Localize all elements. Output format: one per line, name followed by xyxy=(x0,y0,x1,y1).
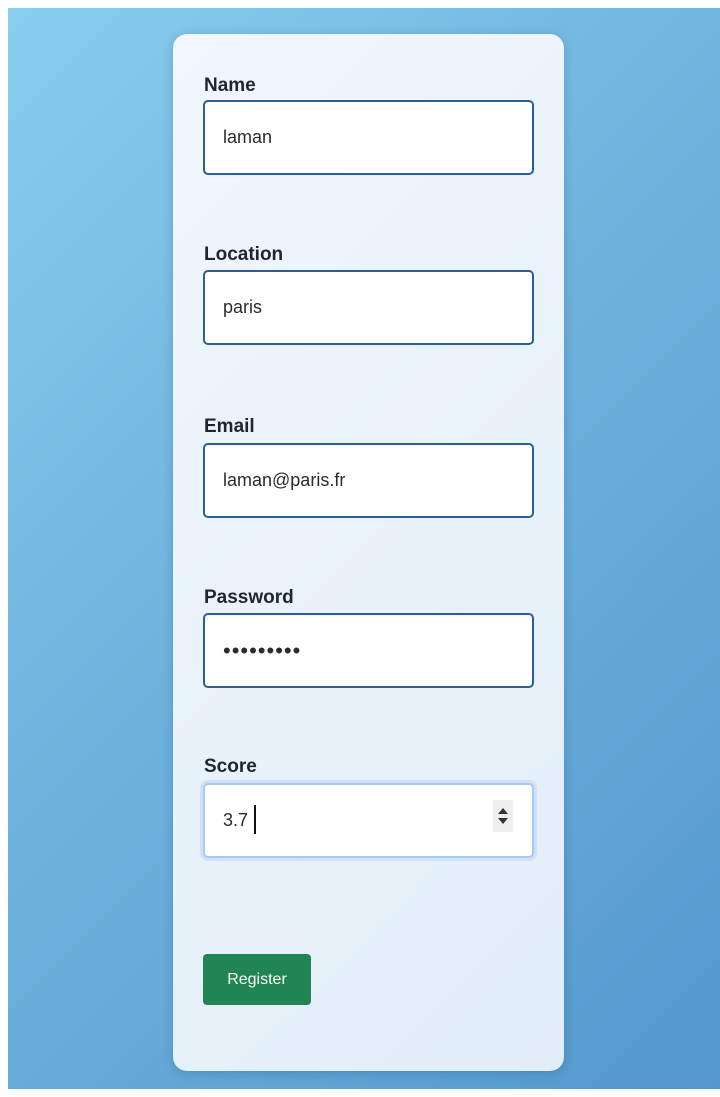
score-label: Score xyxy=(204,756,257,777)
stepper-down-icon[interactable] xyxy=(498,818,508,824)
registration-form-card: Name Location Email Password Score Regis… xyxy=(173,34,564,1071)
location-input[interactable] xyxy=(203,270,534,345)
email-input[interactable] xyxy=(203,443,534,518)
register-button[interactable]: Register xyxy=(203,954,311,1005)
location-label: Location xyxy=(204,244,284,265)
spin-up-down-icon[interactable] xyxy=(493,800,513,832)
text-caret xyxy=(254,805,256,834)
password-input[interactable] xyxy=(203,613,534,688)
stepper-up-icon[interactable] xyxy=(498,808,508,814)
email-label: Email xyxy=(204,416,255,437)
name-input[interactable] xyxy=(203,100,534,175)
password-label: Password xyxy=(204,587,294,608)
score-input[interactable] xyxy=(203,783,534,858)
name-label: Name xyxy=(204,75,256,96)
